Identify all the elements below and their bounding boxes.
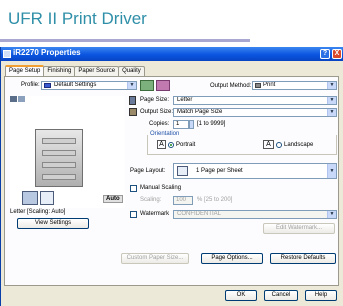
- landscape-radio[interactable]: [276, 142, 282, 148]
- page-banner: UFR II Print Driver: [0, 0, 343, 46]
- chevron-down-icon: ▼: [327, 97, 336, 104]
- copies-range: [1 to 9999]: [197, 121, 226, 127]
- scaling-value: 100: [176, 197, 187, 203]
- title-close-button[interactable]: X: [332, 49, 342, 59]
- watermark-select[interactable]: CONFIDENTIAL ▼: [173, 210, 337, 219]
- profile-icon: [44, 83, 51, 88]
- portrait-icon: A: [157, 140, 166, 149]
- scaling-label: Scaling:: [140, 197, 162, 203]
- page-preview-icon: [40, 191, 54, 205]
- profile-select[interactable]: Default Settings ▼: [41, 81, 137, 90]
- output-size-value: Match Page Size: [177, 109, 223, 115]
- chevron-down-icon: ▼: [127, 82, 136, 89]
- chevron-down-icon: ▼: [327, 211, 336, 218]
- title-bar[interactable]: iR2270 Properties ? X: [1, 47, 343, 61]
- output-size-label: Output Size:: [140, 109, 174, 115]
- output-size-icon: [129, 108, 137, 116]
- edit-watermark-button[interactable]: Edit Watermark...: [263, 223, 335, 234]
- output-method-label: Output Method:: [210, 83, 252, 89]
- portrait-radio[interactable]: [168, 142, 174, 148]
- output-method-select[interactable]: Print ▼: [252, 81, 337, 90]
- page-layout-label: Page Layout:: [130, 168, 166, 174]
- auto-badge: Auto: [103, 195, 123, 203]
- page-layout-value: 1 Page per Sheet: [196, 168, 243, 174]
- copies-input[interactable]: 1: [173, 120, 189, 129]
- printer-icon: [255, 83, 261, 88]
- tab-page-setup[interactable]: Page Setup: [5, 65, 45, 76]
- watermark-checkbox[interactable]: [130, 211, 137, 218]
- profile-value: Default Settings: [54, 82, 97, 88]
- banner-divider: [0, 39, 250, 42]
- preview-toggle-icon[interactable]: [18, 96, 25, 102]
- page-setup-panel: Profile: Default Settings ▼ Output Metho…: [4, 76, 339, 286]
- copies-label: Copies:: [149, 121, 170, 127]
- output-size-select[interactable]: Match Page Size ▼: [173, 108, 337, 117]
- copies-spinner-icon[interactable]: [189, 120, 194, 129]
- landscape-label: Landscape: [284, 142, 314, 148]
- tab-strip: Page Setup Finishing Paper Source Qualit…: [5, 65, 145, 76]
- scaling-input[interactable]: 100: [173, 196, 193, 205]
- manual-scaling-checkbox[interactable]: [130, 185, 137, 192]
- portrait-label: Portrait: [176, 142, 196, 148]
- chevron-down-icon: ▼: [327, 82, 336, 89]
- printer-app-icon: [3, 50, 11, 58]
- edit-profile-icon[interactable]: [156, 80, 170, 91]
- page-size-label: Page Size:: [140, 97, 170, 103]
- ok-button[interactable]: OK: [225, 290, 257, 301]
- custom-paper-size-button[interactable]: Custom Paper Size...: [121, 253, 189, 264]
- tab-finishing[interactable]: Finishing: [43, 66, 76, 76]
- properties-dialog: iR2270 Properties ? X Page Setup Finishi…: [0, 47, 343, 306]
- preview-caption: Letter [Scaling: Auto]: [10, 209, 66, 215]
- help-button[interactable]: Help: [305, 290, 337, 301]
- copies-value: 1: [176, 121, 180, 127]
- banner-title: UFR II Print Driver: [8, 9, 147, 28]
- title-help-button[interactable]: ?: [320, 49, 330, 59]
- watermark-value: CONFIDENTIAL: [177, 211, 222, 217]
- landscape-icon: A: [263, 140, 274, 149]
- chevron-down-icon: ▼: [327, 109, 336, 116]
- scaling-range: % [25 to 200]: [197, 197, 233, 203]
- preview-toggle-icon[interactable]: [10, 96, 17, 102]
- page-options-button[interactable]: Page Options...: [201, 253, 263, 264]
- view-settings-button[interactable]: View Settings: [17, 218, 89, 229]
- page-size-icon: [129, 96, 136, 105]
- page-layout-select[interactable]: 1 Page per Sheet ▼: [173, 163, 337, 179]
- page-size-value: Letter: [177, 97, 193, 103]
- page-layout-icon: [177, 166, 188, 176]
- preview-pane: Auto: [10, 96, 125, 208]
- chevron-down-icon: ▼: [327, 164, 336, 178]
- tab-quality[interactable]: Quality: [118, 66, 145, 76]
- add-profile-icon[interactable]: [140, 80, 154, 91]
- tab-paper-source[interactable]: Paper Source: [74, 66, 120, 76]
- cancel-button[interactable]: Cancel: [264, 290, 298, 301]
- printer-illustration-icon: [35, 129, 83, 187]
- output-method-value: Print: [263, 82, 276, 88]
- profile-label: Profile:: [21, 82, 40, 88]
- restore-defaults-button[interactable]: Restore Defaults: [270, 253, 336, 264]
- window-title: iR2270 Properties: [13, 48, 81, 57]
- paper-tray-icon: [22, 191, 38, 205]
- manual-scaling-label: Manual Scaling: [140, 185, 182, 191]
- watermark-label: Watermark: [140, 211, 170, 217]
- page-size-select[interactable]: Letter ▼: [173, 96, 337, 105]
